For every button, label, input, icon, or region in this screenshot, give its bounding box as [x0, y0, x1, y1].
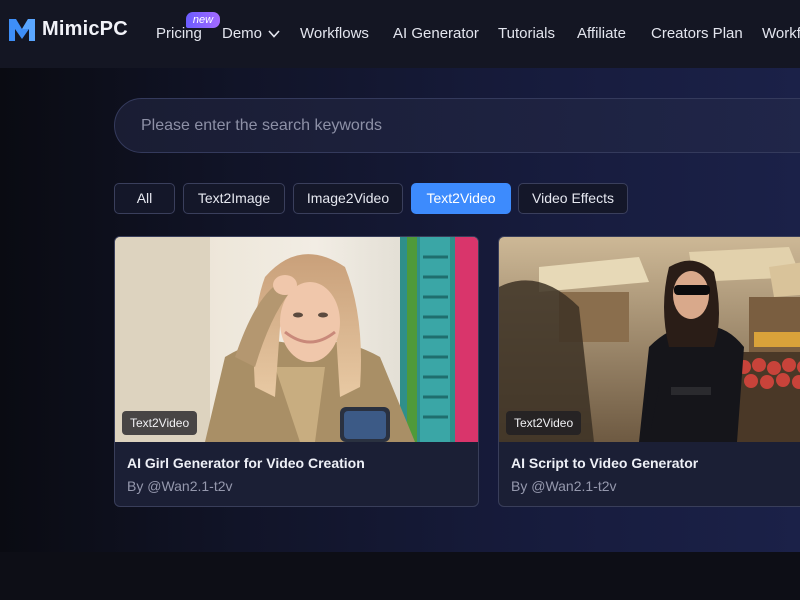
search-bar[interactable] — [114, 98, 800, 153]
footer-strip — [0, 552, 800, 600]
page: MimicPC Pricing new Demo Workflows AI Ge… — [0, 0, 800, 600]
logo[interactable]: MimicPC — [8, 15, 128, 43]
template-card[interactable]: Text2Video AI Script to Video Generator … — [498, 236, 800, 507]
nav-ai-generator[interactable]: AI Generator — [393, 25, 479, 43]
chevron-down-icon — [268, 30, 280, 38]
nav-workflows-truncated[interactable]: Workf — [762, 25, 800, 43]
nav-workflows[interactable]: Workflows — [300, 25, 369, 43]
logo-mark-icon — [9, 19, 35, 41]
card-category-tag: Text2Video — [506, 411, 582, 435]
filter-text2image[interactable]: Text2Image — [183, 183, 285, 214]
card-category-tag: Text2Video — [122, 411, 198, 435]
search-input[interactable] — [141, 116, 800, 135]
card-author: By @Wan2.1-t2v — [127, 478, 233, 494]
nav-demo-label: Demo — [222, 25, 263, 42]
filter-text2video[interactable]: Text2Video — [411, 183, 511, 214]
logo-text: MimicPC — [42, 17, 128, 40]
card-title: AI Script to Video Generator — [511, 455, 699, 471]
top-nav: MimicPC Pricing new Demo Workflows AI Ge… — [0, 0, 800, 68]
new-badge: new — [186, 12, 220, 28]
nav-demo[interactable]: Demo — [222, 25, 280, 43]
filter-all[interactable]: All — [114, 183, 175, 214]
template-card[interactable]: Text2Video AI Girl Generator for Video C… — [114, 236, 479, 507]
card-title: AI Girl Generator for Video Creation — [127, 455, 365, 471]
filter-video-effects[interactable]: Video Effects — [518, 183, 628, 214]
filter-image2video[interactable]: Image2Video — [293, 183, 403, 214]
card-author: By @Wan2.1-t2v — [511, 478, 617, 494]
nav-creators-plan[interactable]: Creators Plan — [651, 25, 743, 43]
nav-tutorials[interactable]: Tutorials — [498, 25, 555, 43]
nav-affiliate[interactable]: Affiliate — [577, 25, 626, 43]
